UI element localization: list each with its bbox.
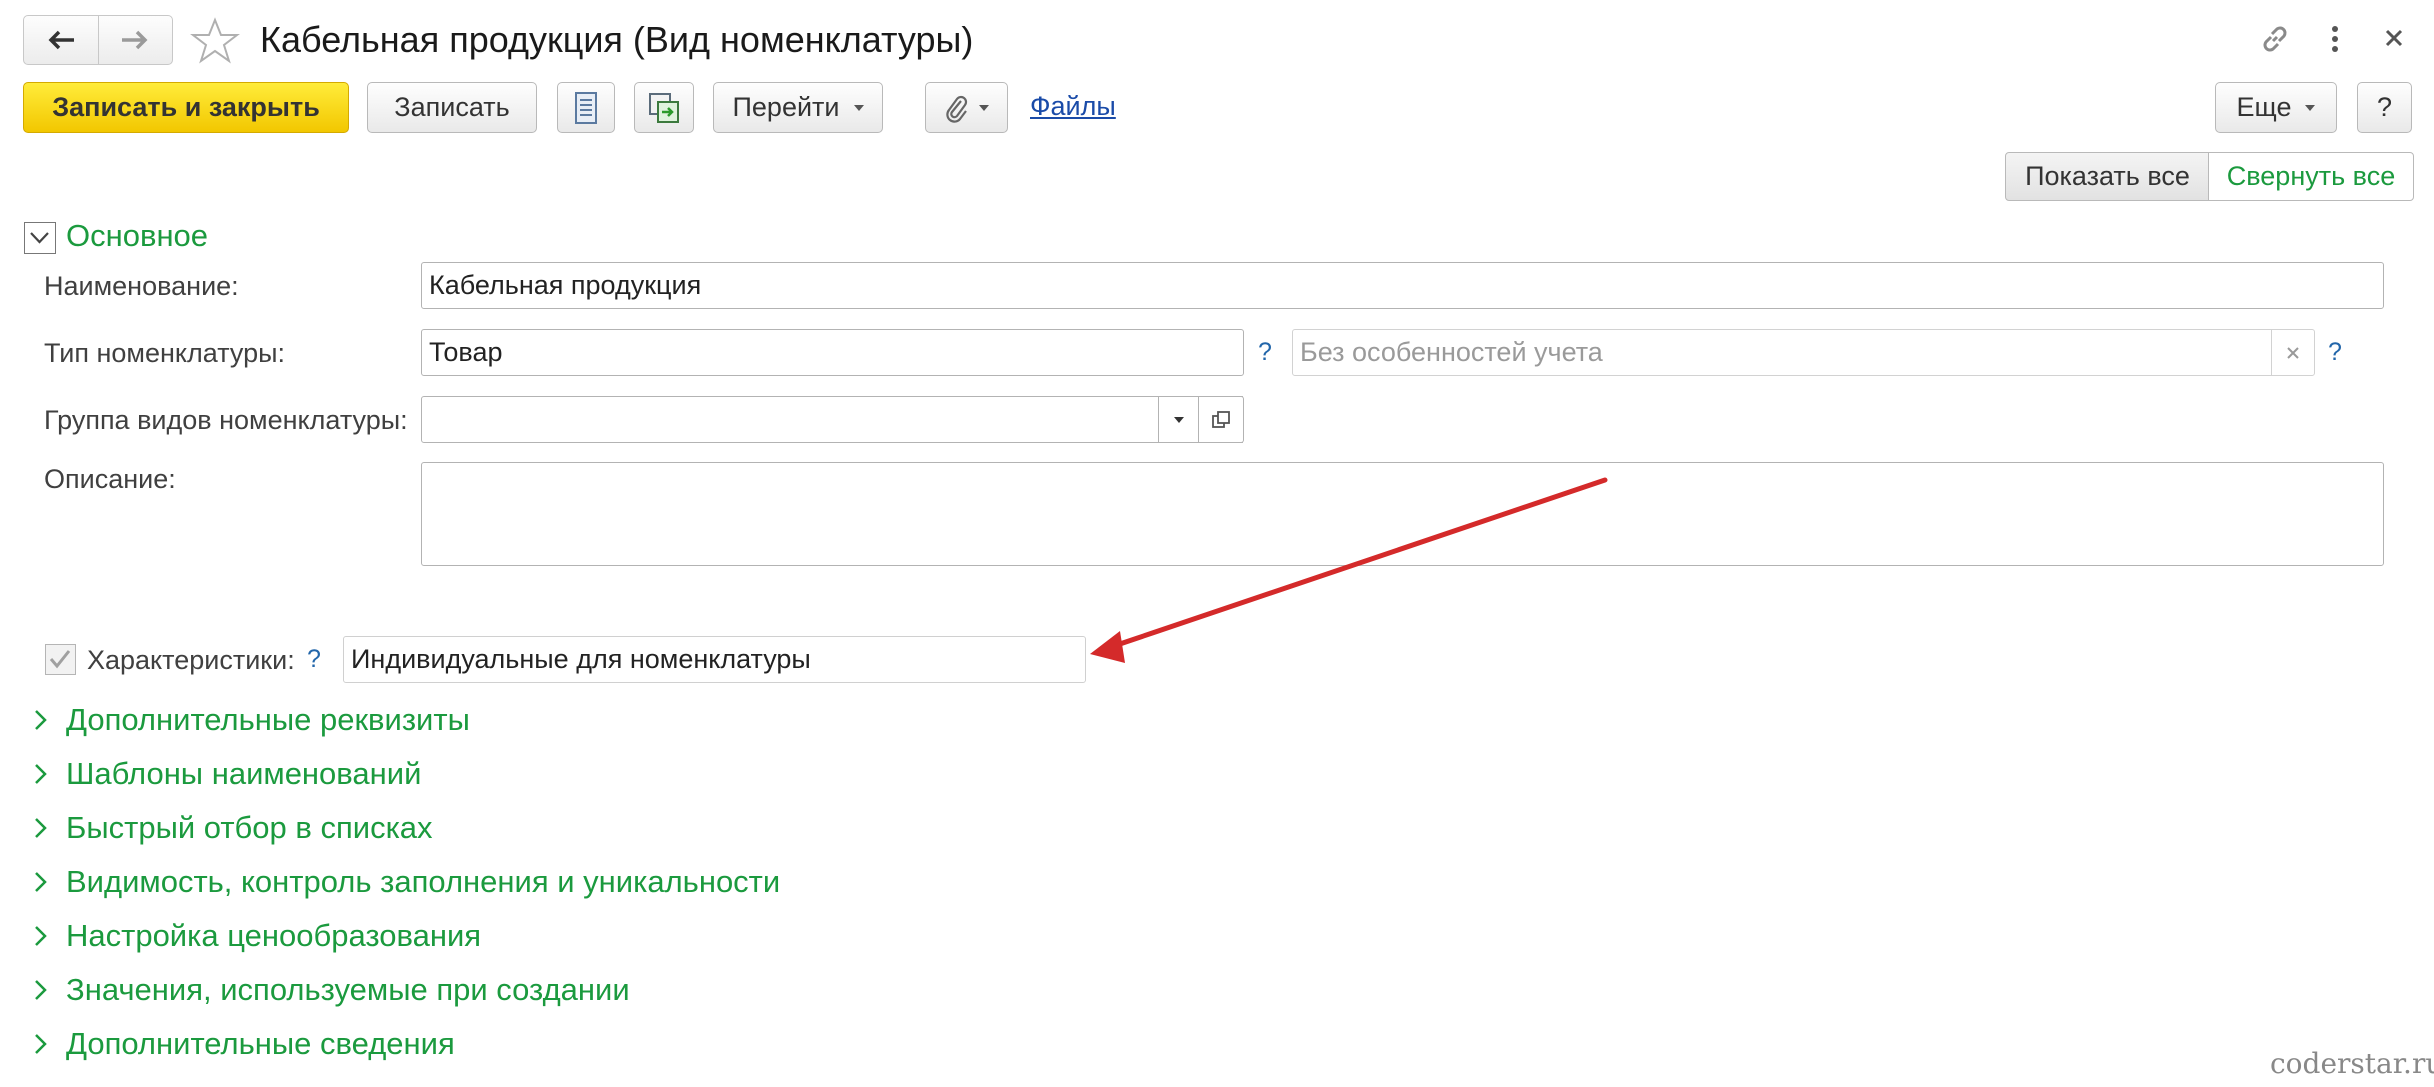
section-label: Видимость, контроль заполнения и уникаль… bbox=[66, 864, 781, 899]
section-quick-filter[interactable]: Быстрый отбор в списках bbox=[32, 810, 433, 846]
section-default-values[interactable]: Значения, используемые при создании bbox=[32, 972, 630, 1008]
chevron-right-icon bbox=[35, 764, 47, 784]
chevron-right-icon bbox=[35, 980, 47, 1000]
section-pricing-settings[interactable]: Настройка ценообразования bbox=[32, 918, 481, 954]
chevron-right-icon bbox=[35, 872, 47, 892]
section-visibility-control[interactable]: Видимость, контроль заполнения и уникаль… bbox=[32, 864, 780, 900]
section-name-templates[interactable]: Шаблоны наименований bbox=[32, 756, 421, 792]
section-additional-attributes[interactable]: Дополнительные реквизиты bbox=[32, 702, 470, 738]
section-label: Быстрый отбор в списках bbox=[66, 810, 433, 845]
section-label: Шаблоны наименований bbox=[66, 756, 422, 791]
chevron-right-icon bbox=[35, 1034, 47, 1054]
chevron-right-icon bbox=[35, 710, 47, 730]
chevron-right-icon bbox=[35, 818, 47, 838]
section-label: Значения, используемые при создании bbox=[66, 972, 630, 1007]
section-label: Настройка ценообразования bbox=[66, 918, 482, 953]
watermark: coderstar.ru bbox=[2270, 1047, 2434, 1080]
chevron-right-icon bbox=[35, 926, 47, 946]
section-label: Дополнительные сведения bbox=[66, 1026, 455, 1061]
section-additional-info[interactable]: Дополнительные сведения bbox=[32, 1026, 455, 1062]
section-label: Дополнительные реквизиты bbox=[66, 702, 470, 737]
